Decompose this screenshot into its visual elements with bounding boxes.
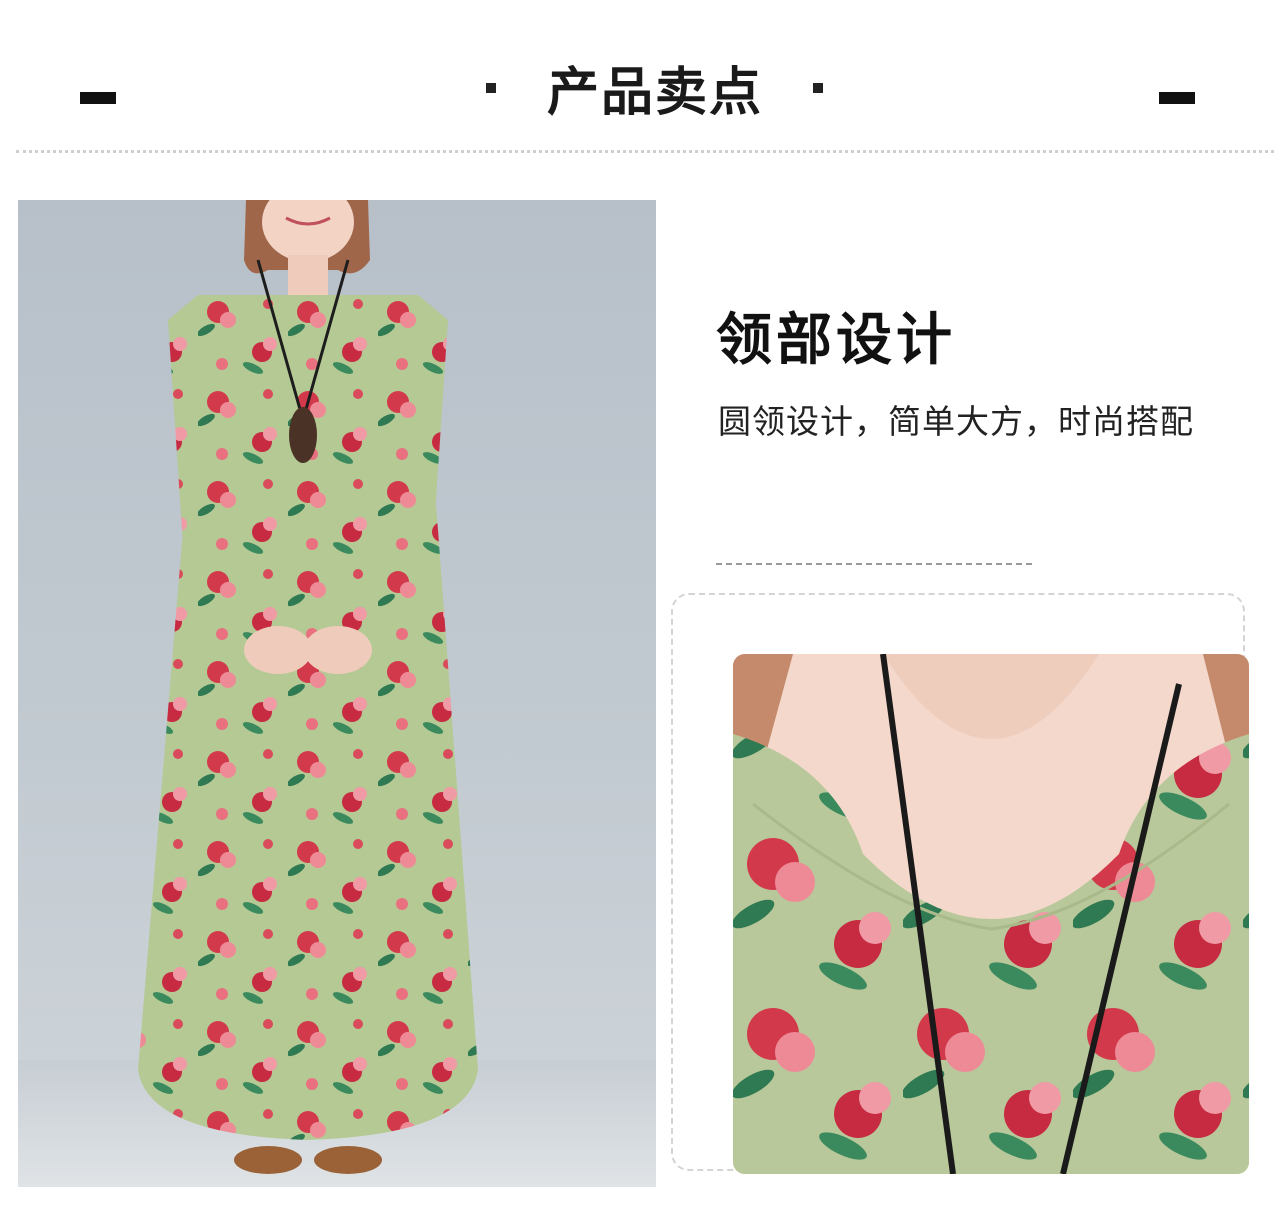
- dotted-divider: [16, 150, 1274, 153]
- feature-divider: [716, 563, 1032, 565]
- main-model-photo: [18, 200, 656, 1187]
- header-dot-left: [486, 83, 496, 93]
- header-dash-right: [1159, 92, 1195, 104]
- feature-heading: 领部设计: [716, 308, 956, 373]
- model-illustration: [18, 200, 656, 1187]
- feature-description: 圆领设计，简单大方，时尚搭配: [718, 402, 1194, 441]
- neckline-detail-photo: [733, 654, 1249, 1174]
- header-dot-right: [813, 83, 823, 93]
- section-title: 产品卖点: [546, 63, 763, 123]
- header-dash-left: [80, 92, 116, 104]
- neckline-illustration: [733, 654, 1249, 1174]
